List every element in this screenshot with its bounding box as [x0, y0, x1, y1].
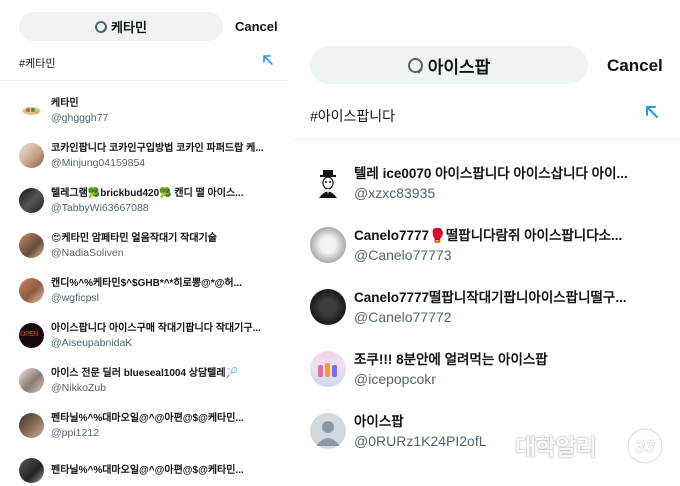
avatar	[310, 165, 346, 201]
watermark-logo-text: 33	[635, 437, 655, 457]
search-query: 아이스팝	[427, 57, 491, 77]
avatar	[19, 278, 44, 303]
avatar	[19, 368, 44, 393]
avatar	[19, 458, 44, 483]
search-input[interactable]: 케타민	[19, 12, 223, 41]
search-query: 케타민	[111, 20, 147, 35]
user-text: 펜타닐%^%대마오일@^@아편@$@케타민...	[51, 464, 288, 478]
user-text: 😍케타민 암페타민 얼음작대기 작대기술 @NadiaSoliven	[51, 232, 288, 260]
user-text: 코카인팝니다 코카인구입방법 코카인 파퍼드랍 케... @Minjung041…	[51, 142, 288, 170]
avatar	[19, 413, 44, 438]
arrow-up-left-icon[interactable]	[262, 54, 274, 66]
user-display-name: 펜타닐%^%대마오일@^@아편@$@케타민...	[51, 464, 244, 476]
user-display-name: 😍케타민 암페타민 얼음작대기 작대기술	[51, 232, 217, 244]
watermark-logo: 33	[626, 427, 664, 465]
user-handle: @NikkoZub	[51, 381, 107, 394]
user-text: 조쿠!!! 8분안에 얼려먹는 아이스팝 @icepopcokr	[354, 350, 680, 389]
user-handle: @TabbyWi63667088	[51, 201, 149, 214]
user-result[interactable]: OPEN 아이스팝니다 아이스구매 작대기팝니다 작대기구... @Aiseup…	[0, 313, 288, 358]
avatar	[310, 413, 346, 449]
user-text: 텔레그램🥦brickbud420🥦 캔디 떨 아이스... @TabbyWi63…	[51, 187, 288, 215]
user-text: Canelo7777🥊떨팝니다람쥐 아이스팝니다소... @Canelo7777…	[354, 226, 680, 265]
user-handle: @NadiaSoliven	[51, 246, 124, 259]
avatar: OPEN	[19, 323, 44, 348]
avatar	[310, 289, 346, 325]
user-result[interactable]: 아이스팝 @0RURz1K24PI2ofL	[292, 400, 680, 462]
user-display-name: 텔레 ice0070 아이스팝니다 아이스삽니다 아이...	[354, 165, 628, 181]
user-text: 텔레 ice0070 아이스팝니다 아이스삽니다 아이... @xzxc8393…	[354, 164, 680, 203]
avatar	[310, 227, 346, 263]
user-result[interactable]: 캔디%^%케타민$^$GHB*^*히로뽕@*@허... @wgficpsl	[0, 268, 288, 313]
hashtag-suggestion[interactable]: #케타민	[0, 46, 288, 81]
user-result[interactable]: 텔레 ice0070 아이스팝니다 아이스삽니다 아이... @xzxc8393…	[292, 152, 680, 214]
user-display-name: 텔레그램🥦brickbud420🥦 캔디 떨 아이스...	[51, 187, 244, 199]
user-display-name: 코카인팝니다 코카인구입방법 코카인 파퍼드랍 케...	[51, 142, 264, 154]
avatar	[19, 143, 44, 168]
user-text: 펜타닐%^%대마오일@^@아편@$@케타민... @ppi1212	[51, 412, 288, 440]
hashtag-label: #케타민	[19, 58, 56, 70]
user-handle: @icepopcokr	[354, 370, 436, 387]
user-handle: @ppi1212	[51, 426, 100, 439]
avatar	[310, 351, 346, 387]
watermark-text: 대학알리	[515, 434, 597, 460]
user-handle: @AiseupabnidaK	[51, 336, 133, 349]
arrow-up-left-icon[interactable]	[644, 104, 660, 120]
user-handle: @Minjung04159854	[51, 156, 146, 169]
avatar-open-text: OPEN	[20, 331, 38, 338]
user-text: Canelo7777떨팝니작대기팝니아이스팝니떨구... @Canelo7777…	[354, 288, 680, 327]
user-results-list: 텔레 ice0070 아이스팝니다 아이스삽니다 아이... @xzxc8393…	[292, 152, 680, 462]
hashtag-suggestion[interactable]: #아이스팝니다	[292, 92, 680, 140]
user-results-list: 케타민 @ghgggh77 코카인팝니다 코카인구입방법 코카인 파퍼드랍 케.…	[0, 88, 288, 486]
user-handle: @Canelo77773	[354, 246, 452, 263]
search-input[interactable]: 아이스팝	[310, 46, 588, 84]
user-display-name: 캔디%^%케타민$^$GHB*^*히로뽕@*@허...	[51, 277, 242, 289]
user-result[interactable]: 케타민 @ghgggh77	[0, 88, 288, 133]
user-result[interactable]: 펜타닐%^%대마오일@^@아편@$@케타민...	[0, 448, 288, 486]
user-handle: @xzxc83935	[354, 184, 436, 201]
user-result[interactable]: Canelo7777🥊떨팝니다람쥐 아이스팝니다소... @Canelo7777…	[292, 214, 680, 276]
cancel-button[interactable]: Cancel	[607, 56, 663, 76]
user-text: 캔디%^%케타민$^$GHB*^*히로뽕@*@허... @wgficpsl	[51, 277, 288, 305]
cancel-button[interactable]: Cancel	[235, 19, 278, 34]
user-result[interactable]: 조쿠!!! 8분안에 얼려먹는 아이스팝 @icepopcokr	[292, 338, 680, 400]
user-display-name: 펜타닐%^%대마오일@^@아편@$@케타민...	[51, 412, 244, 424]
user-result[interactable]: 텔레그램🥦brickbud420🥦 캔디 떨 아이스... @TabbyWi63…	[0, 178, 288, 223]
user-display-name: 조쿠!!! 8분안에 얼려먹는 아이스팝	[354, 351, 548, 367]
search-icon	[95, 21, 108, 33]
user-handle: @Canelo77772	[354, 308, 452, 325]
user-handle: @ghgggh77	[51, 111, 109, 124]
user-text: 아이스 전문 딜러 blueseal1004 상담텔레🏸 @NikkoZub	[51, 367, 288, 395]
user-result[interactable]: Canelo7777떨팝니작대기팝니아이스팝니떨구... @Canelo7777…	[292, 276, 680, 338]
search-icon	[407, 57, 423, 73]
user-text: 케타민 @ghgggh77	[51, 97, 288, 125]
user-result[interactable]: 코카인팝니다 코카인구입방법 코카인 파퍼드랍 케... @Minjung041…	[0, 133, 288, 178]
hashtag-label: #아이스팝니다	[310, 107, 396, 124]
user-handle: @wgficpsl	[51, 291, 100, 304]
user-display-name: 아이스 전문 딜러 blueseal1004 상담텔레🏸	[51, 367, 239, 379]
avatar	[19, 188, 44, 213]
user-display-name: Canelo7777🥊떨팝니다람쥐 아이스팝니다소...	[354, 227, 623, 243]
left-search-panel: 케타민 Cancel #케타민 케타민 @ghgggh77 코카인팝니다 코카인…	[0, 0, 288, 486]
user-text: 아이스팝니다 아이스구매 작대기팝니다 작대기구... @Aiseupabnid…	[51, 322, 288, 350]
right-search-panel: 아이스팝 Cancel #아이스팝니다 텔레 ice0070 아이스팝니다 아이…	[292, 0, 680, 486]
user-result[interactable]: 아이스 전문 딜러 blueseal1004 상담텔레🏸 @NikkoZub	[0, 358, 288, 403]
user-display-name: Canelo7777떨팝니작대기팝니아이스팝니떨구...	[354, 289, 627, 305]
avatar	[19, 233, 44, 258]
user-display-name: 아이스팝니다 아이스구매 작대기팝니다 작대기구...	[51, 322, 261, 334]
user-result[interactable]: 😍케타민 암페타민 얼음작대기 작대기술 @NadiaSoliven	[0, 223, 288, 268]
user-result[interactable]: 펜타닐%^%대마오일@^@아편@$@케타민... @ppi1212	[0, 403, 288, 448]
avatar	[19, 98, 44, 123]
user-display-name: 케타민	[51, 97, 79, 109]
